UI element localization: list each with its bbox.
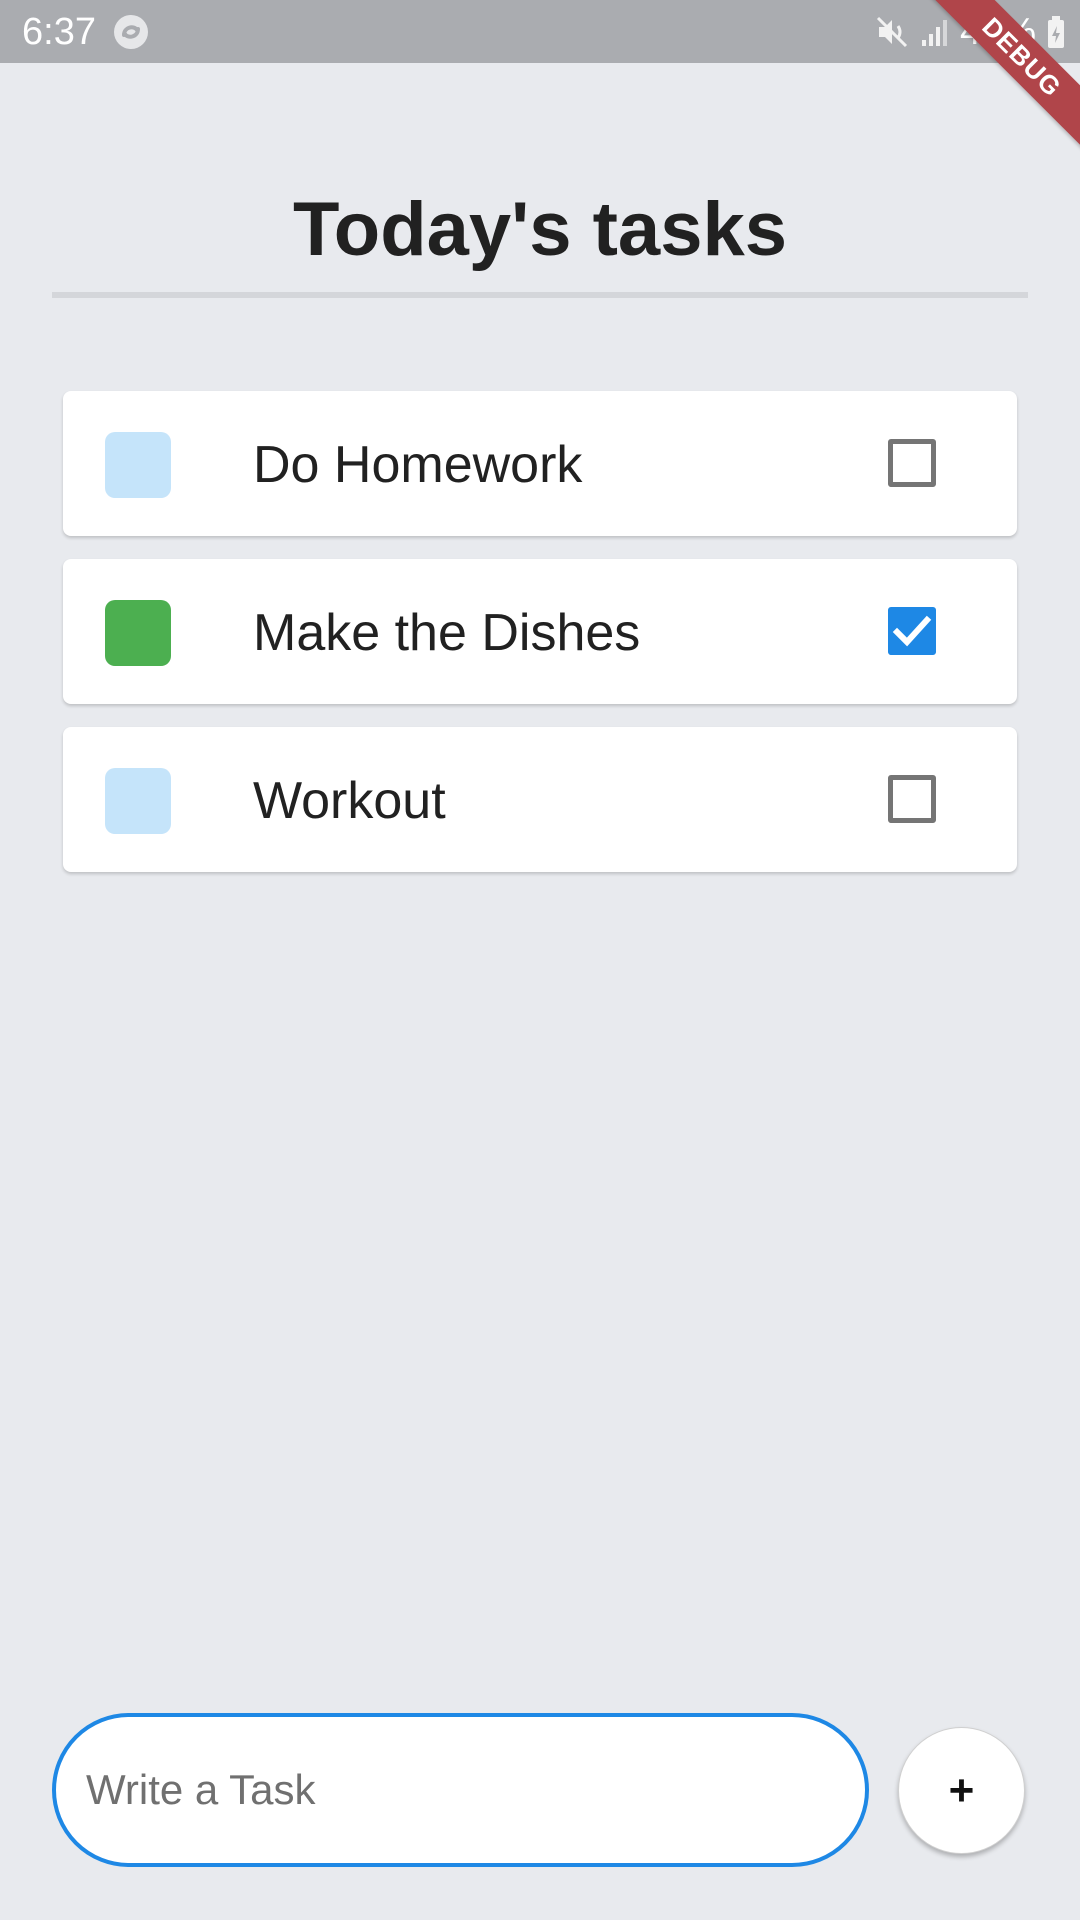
task-input[interactable] xyxy=(52,1713,869,1867)
task-checkbox[interactable] xyxy=(888,775,936,823)
task-color-swatch xyxy=(105,768,171,834)
add-task-button[interactable]: + xyxy=(898,1727,1025,1854)
task-label: Workout xyxy=(253,772,446,830)
task-card[interactable]: Workout xyxy=(63,727,1017,872)
task-checkbox[interactable] xyxy=(888,439,936,487)
task-color-swatch xyxy=(105,600,171,666)
task-card[interactable]: Do Homework xyxy=(63,391,1017,536)
status-bar: 6:37 42% xyxy=(0,0,1080,63)
task-label: Do Homework xyxy=(253,436,583,494)
mute-icon xyxy=(874,14,910,50)
app-notification-icon xyxy=(112,13,150,51)
task-checkbox[interactable] xyxy=(888,607,936,655)
check-icon xyxy=(892,615,932,647)
status-time: 6:37 xyxy=(22,11,96,53)
signal-icon xyxy=(920,14,950,50)
task-color-swatch xyxy=(105,432,171,498)
task-card[interactable]: Make the Dishes xyxy=(63,559,1017,704)
battery-charging-icon xyxy=(1046,14,1066,50)
task-label: Make the Dishes xyxy=(253,604,641,662)
page-title: Today's tasks xyxy=(293,187,787,272)
task-list: Do Homework Make the Dishes Workout xyxy=(63,391,1017,895)
title-divider xyxy=(52,292,1028,298)
